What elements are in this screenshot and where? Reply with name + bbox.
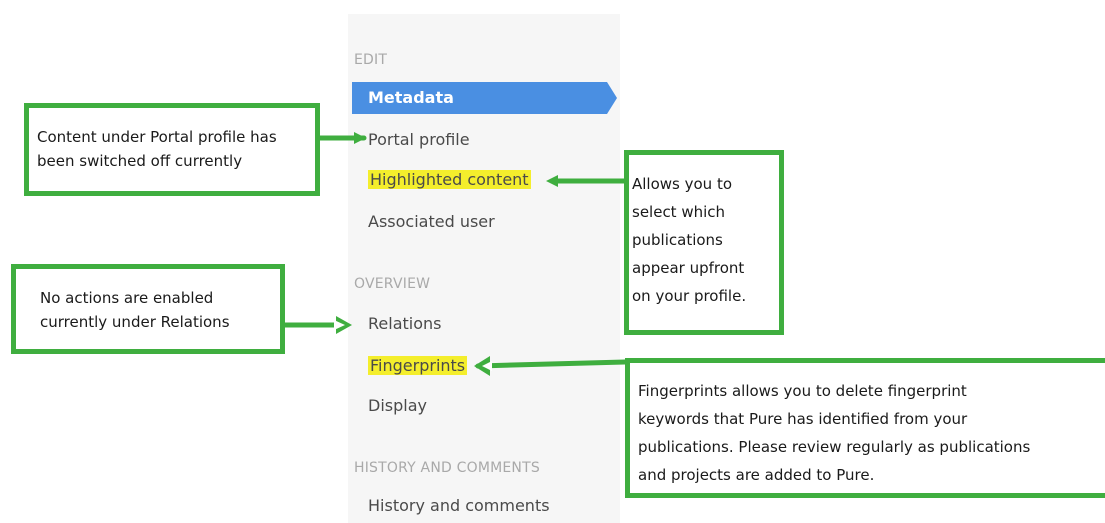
callout-arrows bbox=[282, 132, 628, 376]
arrow-head-portal bbox=[354, 132, 366, 144]
arrow-fingerprints bbox=[475, 359, 628, 369]
arrow-head-highlighted bbox=[546, 175, 558, 187]
